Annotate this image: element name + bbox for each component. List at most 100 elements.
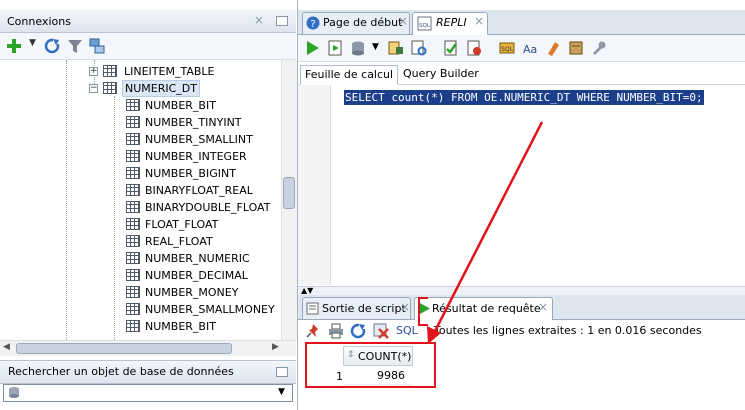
column-icon — [126, 269, 140, 281]
tools-icon[interactable] — [591, 40, 607, 56]
worksheet-toolbar: ▼ SQL Aa — [298, 35, 745, 62]
column-icon — [126, 252, 140, 264]
result-toolbar: SQL Toutes les lignes extraites : 1 en 0… — [298, 320, 745, 342]
connections-title: Connexions — [7, 15, 71, 28]
result-status: Toutes les lignes extraites : 1 en 0.016… — [434, 324, 702, 337]
minimize-icon[interactable] — [276, 367, 288, 377]
close-icon[interactable]: × — [254, 13, 264, 27]
tab-worksheet[interactable]: Feuille de calcul — [300, 65, 399, 85]
explain-plan-icon[interactable] — [388, 40, 404, 56]
tree-item-label: NUMBER_BIGINT — [145, 167, 236, 180]
tree-item-label: NUMBER_NUMERIC — [145, 252, 250, 265]
table-icon — [103, 65, 117, 77]
search-panel-header: Rechercher un objet de base de données — [0, 360, 296, 384]
scrollbar-thumb[interactable] — [283, 177, 295, 209]
autotrace-icon[interactable] — [411, 40, 427, 56]
column-icon — [126, 201, 140, 213]
commit-check-icon[interactable] — [443, 40, 459, 56]
column-icon — [126, 167, 140, 179]
add-connection-icon[interactable] — [6, 38, 22, 54]
chevron-down-icon[interactable]: ▼ — [372, 42, 379, 52]
refresh-icon[interactable] — [350, 323, 366, 339]
close-icon[interactable]: × — [398, 14, 408, 28]
collapse-icon[interactable]: − — [89, 84, 98, 93]
tab-label: Résultat de requête — [432, 302, 541, 315]
tree-item-label: FLOAT_FLOAT — [145, 218, 219, 231]
search-connection-select[interactable]: ▼ — [3, 384, 293, 402]
tab-repli[interactable]: SQL REPLI × — [412, 12, 488, 35]
connections-tree: + LINEITEM_TABLE − NUMERIC_DT NUMBER_BIT… — [0, 60, 280, 340]
tree-item-label: NUMBER_BIT — [145, 99, 216, 112]
column-icon — [126, 320, 140, 332]
annotation-highlight-box — [305, 342, 436, 388]
svg-text:Aa: Aa — [523, 43, 537, 56]
tree-guide-line — [114, 96, 115, 340]
sql-button[interactable]: SQL — [396, 324, 418, 337]
clear-icon[interactable] — [545, 40, 561, 56]
scrollbar-thumb[interactable] — [16, 343, 232, 354]
case-toggle-icon[interactable]: Aa — [522, 40, 538, 56]
run-statement-icon[interactable] — [304, 40, 320, 56]
print-icon[interactable] — [328, 323, 344, 339]
tree-item-label: BINARYFLOAT_REAL — [145, 184, 253, 197]
rollback-icon[interactable] — [466, 40, 482, 56]
column-icon — [126, 99, 140, 111]
run-script-icon[interactable] — [327, 40, 343, 56]
svg-text:?: ? — [310, 19, 315, 30]
chevron-down-icon[interactable]: ▼ — [278, 387, 285, 397]
tab-script-output[interactable]: Sortie de script × — [302, 297, 411, 319]
expand-icon[interactable]: + — [89, 67, 98, 76]
tree-item-label: REAL_FLOAT — [145, 235, 213, 248]
connections-toolbar: ▼ — [0, 33, 296, 60]
tab-label: REPLI — [436, 16, 467, 29]
column-icon — [126, 286, 140, 298]
history-icon[interactable] — [568, 40, 584, 56]
tree-item-label: LINEITEM_TABLE — [124, 65, 215, 78]
cancel-icon[interactable] — [373, 323, 389, 339]
tab-start-page[interactable]: ? Page de début × — [302, 12, 410, 34]
column-icon — [126, 184, 140, 196]
output-tabbar: Sortie de script × Résultat de requête × — [298, 295, 745, 320]
schema-browser-icon[interactable] — [89, 38, 105, 54]
filter-icon[interactable] — [67, 38, 83, 54]
column-icon — [126, 116, 140, 128]
column-icon — [126, 218, 140, 230]
close-icon[interactable]: × — [400, 300, 410, 314]
sql-tuning-icon[interactable]: SQL — [499, 40, 515, 56]
sql-statement[interactable]: SELECT count(*) FROM OE.NUMERIC_DT WHERE… — [344, 90, 704, 105]
table-icon — [103, 82, 117, 94]
search-panel-title: Rechercher un objet de base de données — [8, 365, 234, 378]
column-icon — [126, 150, 140, 162]
tree-item-label: NUMBER_SMALLINT — [145, 133, 253, 146]
tab-query-builder[interactable]: Query Builder — [399, 65, 483, 83]
connections-header: Connexions × — [0, 10, 296, 33]
tree-item-label: NUMBER_TINYINT — [145, 116, 242, 129]
tree-item-label: BINARYDOUBLE_FLOAT — [145, 201, 271, 214]
scroll-left-icon[interactable]: ◀ — [3, 342, 10, 352]
tree-item-label: NUMBER_BIT — [145, 320, 216, 333]
collapse-up-icon[interactable]: ▲▼ — [301, 286, 313, 295]
tree-item-label: NUMBER_INTEGER — [145, 150, 247, 163]
refresh-icon[interactable] — [44, 38, 60, 54]
sql-editor[interactable] — [298, 85, 745, 285]
sql-worksheet-icon: SQL — [417, 16, 432, 31]
close-icon[interactable]: × — [474, 14, 484, 28]
tree-guide-line — [66, 60, 67, 340]
column-icon — [126, 303, 140, 315]
svg-text:SQL: SQL — [501, 46, 514, 53]
editor-gutter — [298, 85, 331, 285]
tree-item-label: NUMBER_SMALLMONEY — [145, 303, 275, 316]
commit-icon[interactable] — [350, 40, 366, 56]
chevron-down-icon[interactable]: ▼ — [29, 38, 36, 48]
minimize-icon[interactable] — [276, 16, 288, 26]
tree-item-label: NUMBER_DECIMAL — [145, 269, 248, 282]
close-icon[interactable]: × — [538, 300, 548, 314]
pin-icon[interactable] — [305, 323, 321, 339]
worksheet-subtabs: Feuille de calcul Query Builder — [298, 62, 745, 85]
column-icon — [126, 133, 140, 145]
help-icon: ? — [306, 16, 320, 30]
annotation-tab-marker — [418, 297, 428, 326]
document-tabbar: ? Page de début × SQL REPLI × — [298, 10, 745, 35]
tab-query-result[interactable]: Résultat de requête × — [414, 297, 553, 320]
scroll-right-icon[interactable]: ▶ — [272, 342, 279, 352]
